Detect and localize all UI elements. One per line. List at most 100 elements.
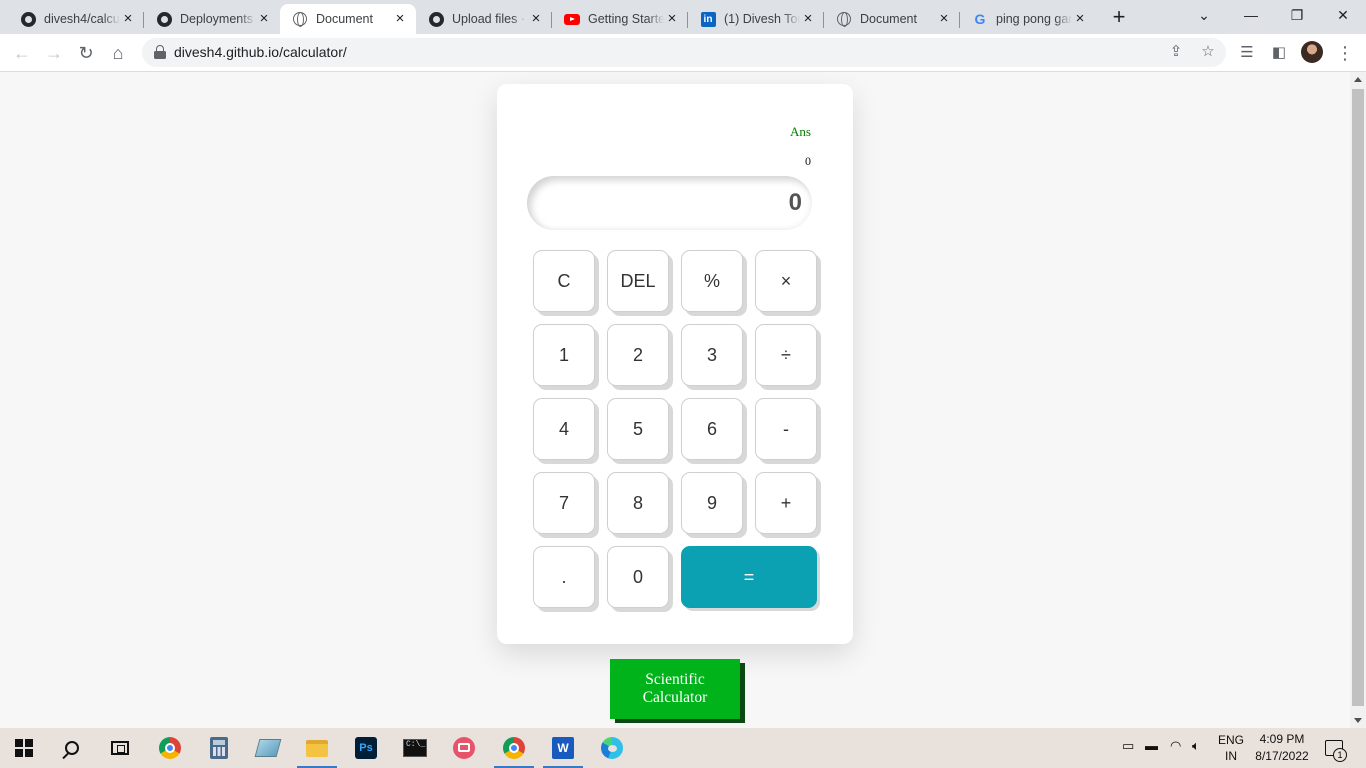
close-icon[interactable]: ×: [256, 11, 272, 27]
calculator-app-icon[interactable]: [195, 728, 243, 768]
tab-title: Document: [860, 12, 917, 26]
word-icon[interactable]: W: [539, 728, 587, 768]
close-icon[interactable]: ×: [800, 11, 816, 27]
globe-icon: [292, 11, 308, 27]
forward-arrow-icon[interactable]: →: [40, 39, 68, 67]
clear-button[interactable]: C: [533, 250, 595, 312]
tab-document-2[interactable]: Document ×: [824, 4, 960, 34]
close-icon[interactable]: ×: [1072, 11, 1088, 27]
menu-kebab-icon[interactable]: ⋮: [1331, 39, 1359, 67]
wifi-icon[interactable]: ◠: [1170, 738, 1181, 754]
github-icon: [20, 11, 36, 27]
subtract-button[interactable]: -: [755, 398, 817, 460]
tab-getting-started[interactable]: Getting Started ×: [552, 4, 688, 34]
delete-button[interactable]: DEL: [607, 250, 669, 312]
home-icon[interactable]: ⌂: [104, 39, 132, 67]
ans-value: 0: [805, 154, 811, 168]
battery-icon[interactable]: ▬: [1145, 738, 1158, 753]
bookmark-star-icon[interactable]: ☆: [1195, 39, 1221, 65]
digit-8-button[interactable]: 8: [607, 472, 669, 534]
tab-title: ping pong game: [996, 12, 1072, 26]
region-indicator[interactable]: IN: [1216, 749, 1246, 763]
digit-2-button[interactable]: 2: [607, 324, 669, 386]
digit-5-button[interactable]: 5: [607, 398, 669, 460]
search-icon[interactable]: [48, 728, 96, 768]
digit-3-button[interactable]: 3: [681, 324, 743, 386]
tab-document-active[interactable]: Document ×: [280, 4, 416, 34]
tab-strip: divesh4/calculator × Deployments × Docum…: [0, 0, 1366, 34]
media-queue-icon[interactable]: ☰: [1233, 39, 1261, 67]
share-icon[interactable]: ⇪: [1163, 39, 1189, 65]
tab-deployments[interactable]: Deployments ×: [144, 4, 280, 34]
meet-now-icon[interactable]: ▭: [1122, 738, 1134, 754]
language-indicator[interactable]: ENG: [1216, 733, 1246, 747]
close-icon[interactable]: ×: [936, 11, 952, 27]
scientific-calculator-button[interactable]: Scientific Calculator: [610, 659, 740, 719]
linkedin-icon: in: [700, 11, 716, 27]
tab-upload-files[interactable]: Upload files · divesh4 ×: [416, 4, 552, 34]
file-explorer-icon[interactable]: [293, 728, 341, 768]
close-icon[interactable]: ×: [528, 11, 544, 27]
decimal-button[interactable]: .: [533, 546, 595, 608]
digit-4-button[interactable]: 4: [533, 398, 595, 460]
scrollbar-thumb[interactable]: [1352, 89, 1364, 706]
terminal-icon[interactable]: C:\_: [391, 728, 439, 768]
back-arrow-icon[interactable]: ←: [8, 39, 36, 67]
chrome-profile-icon[interactable]: [490, 728, 538, 768]
digit-0-button[interactable]: 0: [607, 546, 669, 608]
tab-search-chevron-icon[interactable]: ⌄: [1181, 0, 1227, 30]
digit-6-button[interactable]: 6: [681, 398, 743, 460]
percent-button[interactable]: %: [681, 250, 743, 312]
new-tab-button[interactable]: +: [1105, 4, 1133, 30]
github-icon: [428, 11, 444, 27]
tab-title: Upload files · divesh4: [452, 12, 528, 26]
lock-icon[interactable]: [154, 45, 166, 59]
github-icon: [156, 11, 172, 27]
digit-1-button[interactable]: 1: [533, 324, 595, 386]
windows-taskbar: Ps C:\_ W ▭ ▬ ◠ 🔈︎ ENG IN 4:09 PM 8/17/2…: [0, 728, 1366, 768]
google-icon: G: [974, 11, 986, 27]
scroll-down-arrow-icon[interactable]: [1354, 718, 1362, 723]
restore-button[interactable]: ❐: [1274, 0, 1320, 30]
calculator-display[interactable]: 0: [527, 176, 812, 230]
multiply-button[interactable]: ×: [755, 250, 817, 312]
address-bar[interactable]: divesh4.github.io/calculator/ ⇪ ☆: [142, 38, 1226, 67]
photoshop-icon[interactable]: Ps: [342, 728, 390, 768]
page-scrollbar[interactable]: [1350, 72, 1366, 728]
edge-icon[interactable]: [588, 728, 636, 768]
close-window-button[interactable]: ✕: [1320, 0, 1366, 30]
chrome-icon[interactable]: [146, 728, 194, 768]
tab-linkedin[interactable]: in (1) Divesh Tomar ×: [688, 4, 824, 34]
tab-title: Deployments: [180, 12, 253, 26]
scientific-button-line2: Calculator: [642, 689, 708, 706]
screen-recorder-icon[interactable]: [440, 728, 488, 768]
side-panel-icon[interactable]: ◧: [1265, 39, 1293, 67]
windows-start-icon[interactable]: [0, 728, 48, 768]
tab-divesh4-calculator[interactable]: divesh4/calculator ×: [8, 4, 144, 34]
clock-date[interactable]: 8/17/2022: [1250, 749, 1314, 763]
close-icon[interactable]: ×: [120, 11, 136, 27]
minimize-button[interactable]: —: [1228, 0, 1274, 30]
3d-viewer-icon[interactable]: [244, 728, 292, 768]
divide-button[interactable]: ÷: [755, 324, 817, 386]
reload-icon[interactable]: ↻: [72, 39, 100, 67]
scientific-button-line1: Scientific: [645, 671, 705, 688]
scroll-up-arrow-icon[interactable]: [1354, 77, 1362, 82]
profile-avatar[interactable]: [1301, 41, 1323, 63]
volume-icon[interactable]: 🔈︎: [1192, 738, 1200, 754]
equals-button[interactable]: =: [681, 546, 817, 608]
notification-count-badge: 1: [1333, 748, 1347, 762]
add-button[interactable]: +: [755, 472, 817, 534]
url-text[interactable]: divesh4.github.io/calculator/: [174, 38, 347, 67]
calculator-card: Ans 0 0 C DEL% × 1 2 3 ÷ 4 5 6-7 8 9 +. 0 =: [497, 84, 853, 644]
close-icon[interactable]: ×: [664, 11, 680, 27]
ans-label: Ans: [790, 124, 811, 139]
tab-title: (1) Divesh Tomar: [724, 12, 800, 26]
digit-7-button[interactable]: 7: [533, 472, 595, 534]
clock-time[interactable]: 4:09 PM: [1250, 732, 1314, 746]
digit-9-button[interactable]: 9: [681, 472, 743, 534]
close-icon[interactable]: ×: [392, 11, 408, 27]
task-view-icon[interactable]: [96, 728, 144, 768]
tab-title: divesh4/calculator: [44, 12, 120, 26]
tab-ping-pong[interactable]: G ping pong game ×: [960, 4, 1096, 34]
